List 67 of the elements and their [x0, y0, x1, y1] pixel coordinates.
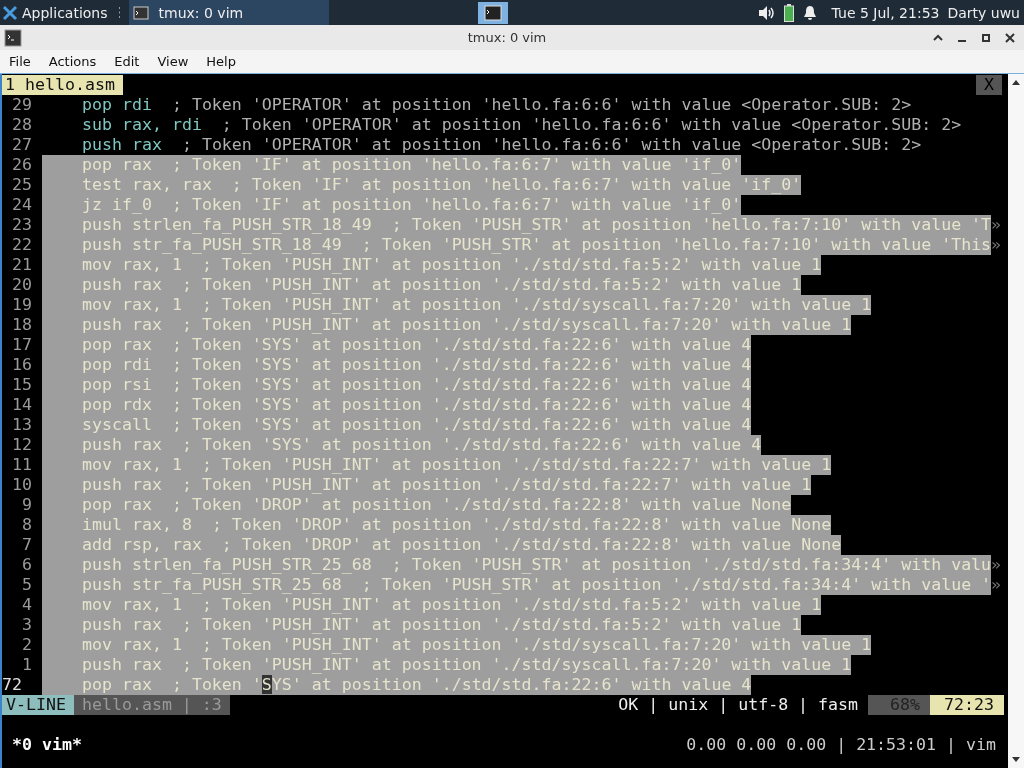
- line-number: 13: [11, 415, 33, 435]
- window-title: tmux: 0 vim: [466, 30, 548, 45]
- menu-item[interactable]: View: [148, 54, 198, 69]
- line-number: 10: [11, 475, 33, 495]
- line-number: 19: [11, 295, 33, 315]
- line-number: 7: [21, 535, 33, 555]
- code-line: pop rdi ; Token 'OPERATOR' at position 'hello.fa:6:6' with value <Operator.SUB: 2>: [81, 95, 912, 115]
- status-info: OK | unix | utf-8 | fasm: [618, 695, 860, 715]
- line-number: 29: [11, 95, 33, 115]
- cursor-position: 72:23: [930, 695, 1004, 715]
- line-number: 24: [11, 195, 33, 215]
- line-number: 25: [11, 175, 33, 195]
- line-number: 21: [11, 255, 33, 275]
- maximize-icon[interactable]: [980, 31, 992, 44]
- line-number: 72: [2, 675, 23, 695]
- line-number: 17: [11, 335, 33, 355]
- line-number: 2: [21, 635, 33, 655]
- buffer-tab[interactable]: 1 hello.asm: [2, 75, 123, 95]
- line-number: 6: [21, 555, 33, 575]
- battery-icon[interactable]: [783, 3, 794, 22]
- line-number: 23: [11, 215, 33, 235]
- line-number: 18: [11, 315, 33, 335]
- line-number: 11: [11, 455, 33, 475]
- line-number: 12: [11, 435, 33, 455]
- line-number: 8: [21, 515, 33, 535]
- line-number: 16: [11, 355, 33, 375]
- applications-menu[interactable]: Applications: [0, 0, 110, 25]
- line-number: 1: [21, 655, 33, 675]
- menu-item[interactable]: File: [0, 54, 40, 69]
- line-number: 9: [21, 495, 33, 515]
- terminal-icon: [132, 4, 149, 21]
- line-number: 3: [21, 615, 33, 635]
- menu-item[interactable]: Edit: [105, 54, 149, 69]
- line-number: 4: [21, 595, 33, 615]
- line-number: 5: [21, 575, 33, 595]
- line-number: 26: [11, 155, 33, 175]
- scrollbar[interactable]: [1008, 74, 1024, 768]
- terminal-icon: [4, 28, 22, 47]
- volume-icon[interactable]: [757, 4, 776, 21]
- workspace-icon[interactable]: [478, 1, 509, 24]
- line-number: 15: [11, 375, 33, 395]
- line-number: 27: [11, 135, 33, 155]
- menu-item[interactable]: Help: [197, 54, 245, 69]
- overflow-mark: »: [991, 555, 1002, 575]
- bell-icon[interactable]: [801, 4, 818, 21]
- line-number: 28: [11, 115, 33, 135]
- code-line: push rax ; Token 'OPERATOR' at position 'hello.fa:6:6' with value <Operator.SUB: 2>: [81, 135, 922, 155]
- line-number: 20: [11, 275, 33, 295]
- user-name[interactable]: Darty uwu: [947, 4, 1020, 21]
- clock[interactable]: Tue 5 Jul, 21:53: [831, 4, 940, 21]
- scroll-down-icon[interactable]: [1011, 756, 1021, 764]
- code-line: sub rax, rdi ; Token 'OPERATOR' at position 'hello.fa:6:6' with value <Operator.SUB: 2>: [81, 115, 962, 135]
- tmux-status: 0.00 0.00 0.00 | 21:53:01 | vim: [686, 735, 997, 755]
- overflow-mark: »: [991, 235, 1002, 255]
- status-file: hello.asm | :3: [73, 695, 230, 715]
- line-number: 14: [11, 395, 33, 415]
- menu-item[interactable]: Actions: [39, 54, 106, 69]
- separator-icon: [117, 7, 121, 18]
- close-icon[interactable]: [1004, 31, 1016, 44]
- tmux-window[interactable]: *0 vim*: [2, 735, 82, 755]
- line-number: 22: [11, 235, 33, 255]
- mode-indicator: V-LINE: [2, 695, 74, 715]
- overflow-mark: »: [991, 215, 1002, 235]
- overflow-mark: »: [991, 575, 1002, 595]
- x-logo-icon: [2, 4, 18, 21]
- taskbar-window-button[interactable]: tmux: 0 vim: [128, 0, 329, 25]
- scroll-up-icon[interactable]: [1011, 78, 1021, 86]
